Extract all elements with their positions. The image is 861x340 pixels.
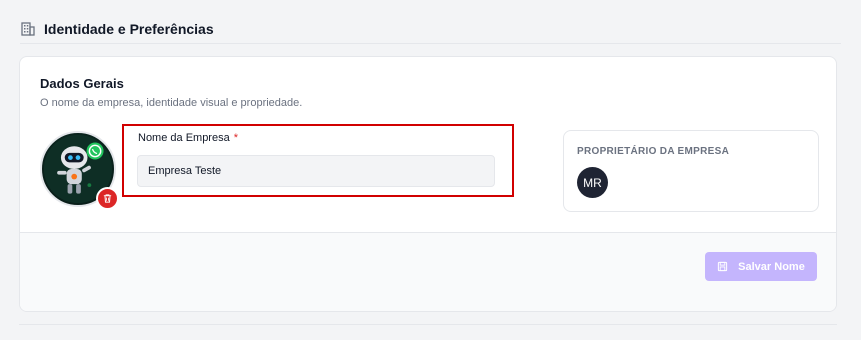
save-icon <box>718 261 728 272</box>
card-subtitle: O nome da empresa, identidade visual e p… <box>40 97 303 109</box>
section-title: Identidade e Preferências <box>44 20 214 37</box>
section-header: Identidade e Preferências <box>20 14 841 44</box>
save-button-label: Salvar Nome <box>738 260 805 273</box>
card-footer: Salvar Nome <box>20 232 836 311</box>
company-name-label-text: Nome da Empresa <box>138 132 230 144</box>
company-name-label: Nome da Empresa * <box>138 132 238 144</box>
owner-label: PROPRIETÁRIO DA EMPRESA <box>577 146 730 157</box>
card-title: Dados Gerais <box>40 76 124 91</box>
company-name-input[interactable] <box>137 155 495 187</box>
company-owner-panel: PROPRIETÁRIO DA EMPRESA MR <box>563 130 819 212</box>
next-section-divider <box>19 324 837 340</box>
company-name-field-group: Nome da Empresa * <box>122 124 514 197</box>
required-marker: * <box>233 132 238 144</box>
save-name-button[interactable]: Salvar Nome <box>705 252 817 281</box>
building-icon <box>20 21 36 37</box>
trash-icon <box>103 194 112 203</box>
owner-avatar[interactable]: MR <box>577 167 608 198</box>
general-data-card: Dados Gerais O nome da empresa, identida… <box>19 56 837 312</box>
company-logo-container <box>40 131 119 210</box>
delete-logo-button[interactable] <box>96 187 119 210</box>
